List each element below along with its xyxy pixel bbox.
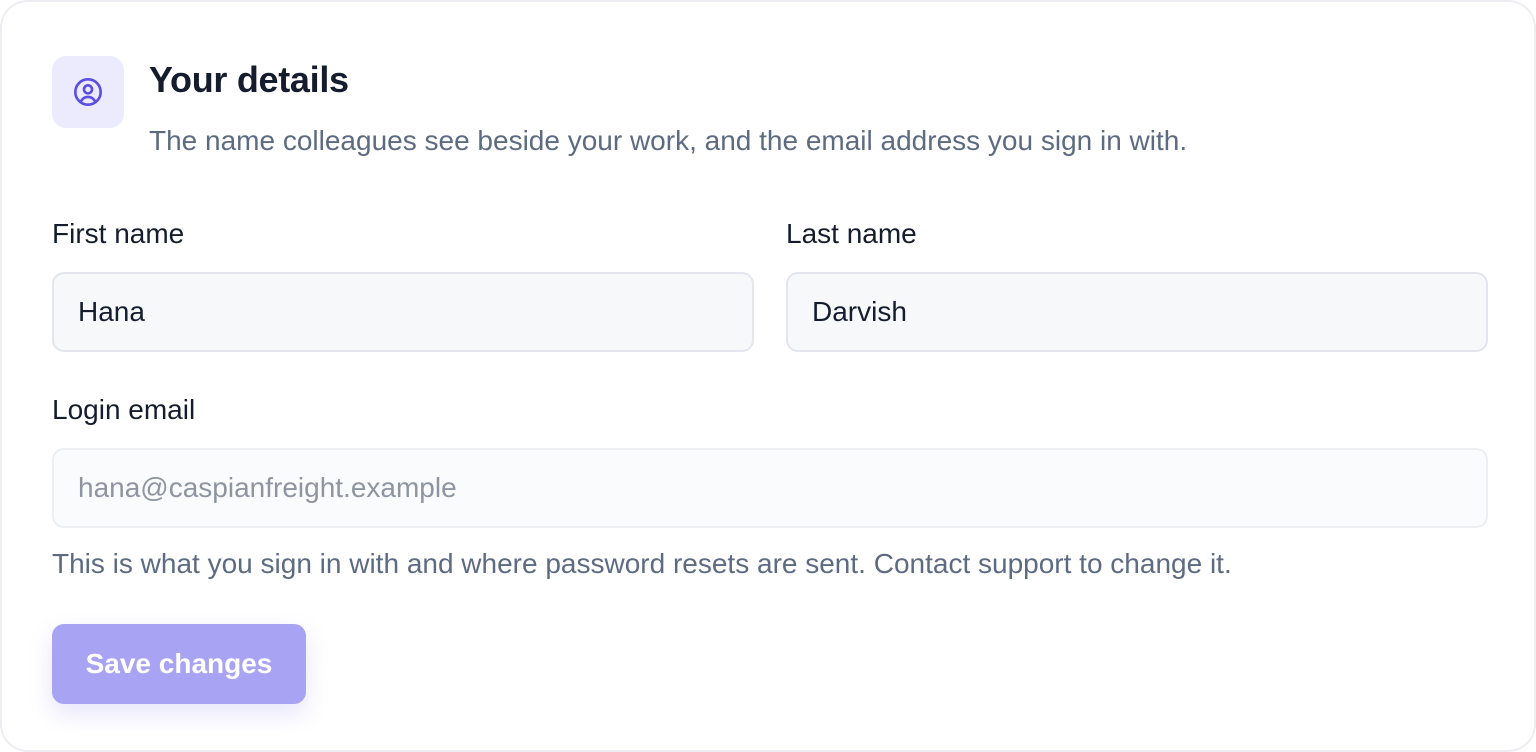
first-name-label: First name: [52, 218, 185, 249]
user-circle-icon: [74, 78, 102, 106]
login-email-help-text: This is what you sign in with and where …: [52, 548, 1232, 579]
login-email-field: hana@caspianfreight.example: [52, 448, 1488, 528]
save-changes-button[interactable]: Save changes: [52, 624, 306, 704]
section-icon-badge: [52, 56, 124, 128]
last-name-label: Last name: [786, 218, 917, 249]
first-name-input[interactable]: Hana: [52, 272, 754, 352]
section-title: Your details: [149, 59, 349, 100]
last-name-input[interactable]: Darvish: [786, 272, 1488, 352]
details-card: Your details The name colleagues see bes…: [0, 0, 1536, 752]
login-email-label: Login email: [52, 394, 196, 425]
section-subtitle: The name colleagues see beside your work…: [149, 125, 1188, 156]
